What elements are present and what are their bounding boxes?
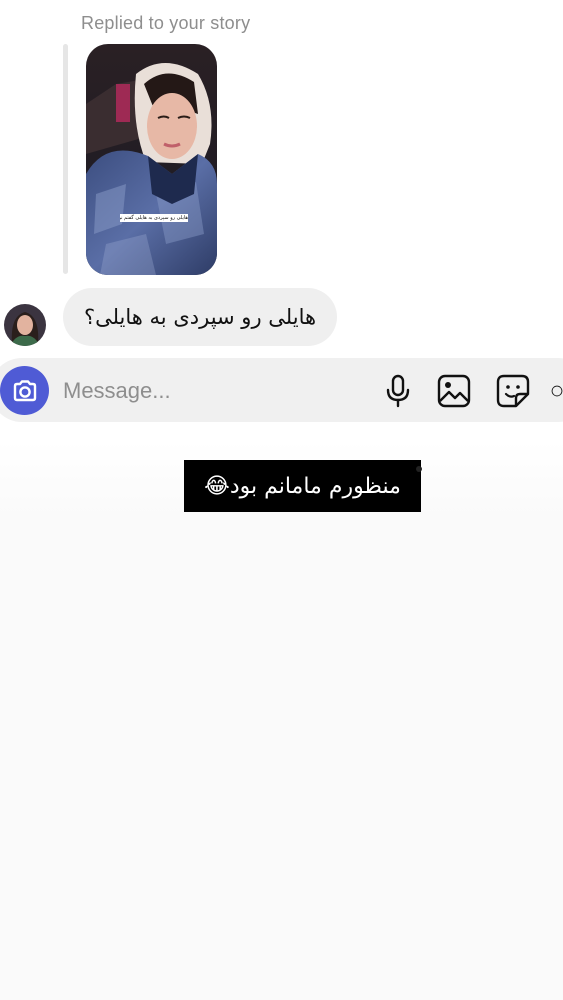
add-icon <box>551 385 563 397</box>
overlay-text-caption: منظورم مامانم بود😂 <box>184 460 421 512</box>
camera-button[interactable] <box>0 366 49 415</box>
incoming-message-bubble[interactable]: هایلی رو سپردی به هایلی؟ <box>63 288 337 346</box>
gallery-icon <box>437 374 471 408</box>
camera-icon <box>13 379 36 401</box>
sender-avatar[interactable] <box>4 304 46 346</box>
story-caption: هایلی رو سپردی به هایلی گفتم نوبت تو های… <box>120 214 188 222</box>
story-photo <box>86 44 217 275</box>
voice-message-button[interactable] <box>379 372 417 410</box>
gallery-button[interactable] <box>435 372 473 410</box>
story-thumbnail[interactable]: هایلی رو سپردی به هایلی گفتم نوبت تو های… <box>86 44 217 275</box>
reply-quote-bar <box>63 44 68 274</box>
microphone-icon <box>386 374 410 408</box>
more-actions-button[interactable] <box>551 372 563 410</box>
sticker-button[interactable] <box>494 372 532 410</box>
dm-thread-screen: Replied to your story هایلی رو سپردی به … <box>0 0 563 1000</box>
replied-to-story-label: Replied to your story <box>81 13 251 33</box>
overlay-dot <box>416 466 422 472</box>
sticker-icon <box>496 374 530 408</box>
message-input[interactable] <box>63 373 363 409</box>
avatar-photo <box>4 304 46 346</box>
